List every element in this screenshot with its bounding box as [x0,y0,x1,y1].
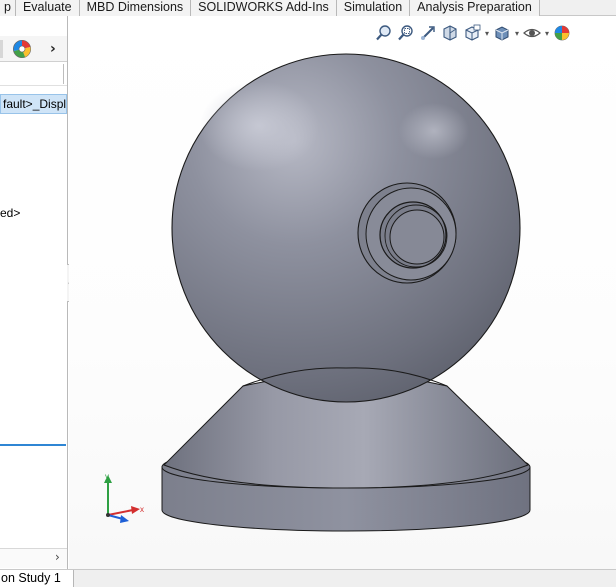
feature-manager-toolbar: › [0,36,67,62]
tab-mbd-dimensions[interactable]: MBD Dimensions [79,0,192,16]
toolbar-separator [0,40,3,58]
camera-model[interactable]: y x [69,16,616,569]
filter-row [0,62,67,86]
tab-evaluate[interactable]: Evaluate [15,0,80,16]
triad-y-label: y [105,472,109,481]
display-manager-icon[interactable] [12,39,32,59]
command-manager-tabs: p Evaluate MBD Dimensions SOLIDWORKS Add… [0,0,616,16]
reference-triad: y x [104,472,144,523]
configuration-item[interactable]: fault>_Displa [0,94,67,114]
graphics-area[interactable]: ▾ ▾ ▾ y x [69,16,616,569]
panel-divider [0,444,66,446]
bottom-tab-bar: on Study 1 [0,569,616,587]
tab-study[interactable]: on Study 1 [0,570,74,587]
triad-x-label: x [140,505,144,514]
chevron-right-icon[interactable]: › [50,41,56,57]
tab-partial[interactable]: p [0,0,16,16]
scroll-right-icon[interactable]: › [55,550,60,564]
divider [63,64,64,84]
tab-analysis-preparation[interactable]: Analysis Preparation [410,0,540,16]
tree-item[interactable]: ed> [0,206,20,220]
tab-simulation[interactable]: Simulation [336,0,411,16]
horizontal-scrollbar[interactable]: › [0,548,67,568]
tab-solidworks-add-ins[interactable]: SOLIDWORKS Add-Ins [191,0,337,16]
feature-manager-panel: › fault>_Displa ed> › [0,16,68,569]
